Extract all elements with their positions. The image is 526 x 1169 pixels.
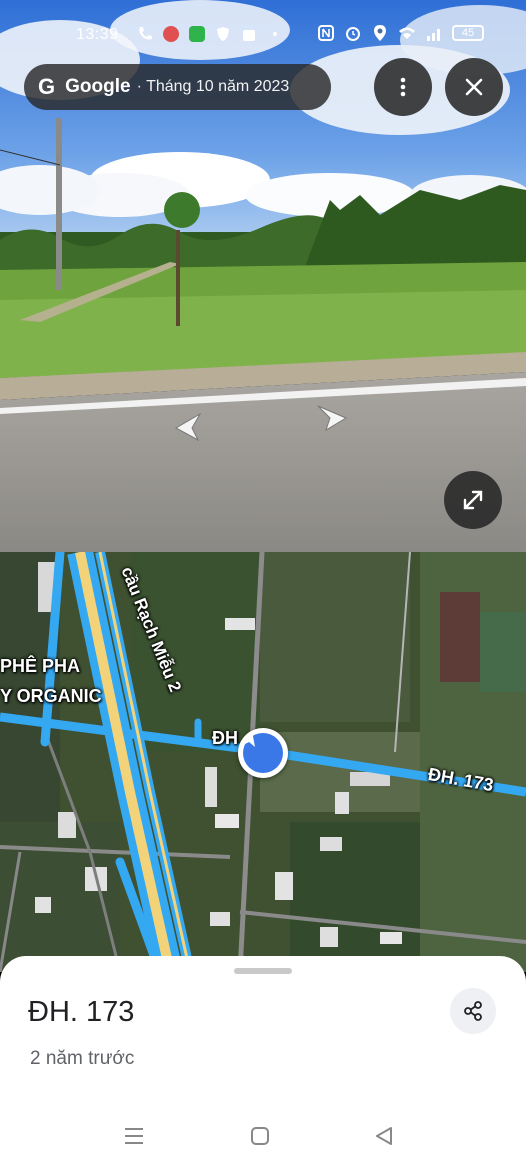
system-status-icons: 45 [317, 24, 484, 42]
shield-icon [217, 27, 229, 41]
capture-age: 2 năm trước [30, 1048, 135, 1069]
wifi-icon [399, 27, 415, 39]
app-red-icon [163, 26, 179, 42]
capture-date: · Tháng 10 năm 2023 [136, 78, 290, 95]
nfc-icon [318, 25, 334, 41]
more-options-button[interactable] [374, 58, 432, 116]
expand-icon [463, 490, 483, 510]
road-label-left: ĐH [212, 728, 238, 748]
navigate-right-arrow-icon[interactable] [312, 398, 352, 438]
app-green-icon [189, 26, 205, 42]
signal-icon [427, 29, 440, 41]
bag-icon [243, 30, 255, 41]
battery-indicator: 45 [452, 25, 484, 41]
share-button[interactable] [450, 988, 496, 1034]
navigate-left-arrow-icon[interactable] [170, 406, 210, 446]
street-view-panorama[interactable]: 13:39 45 G Google · Tháng 10 năm 2023 [0, 0, 526, 552]
poi-label-line1[interactable]: PHÊ PHA [0, 656, 80, 677]
status-time: 13:39 [76, 26, 119, 43]
dot-icon [273, 32, 277, 36]
place-title: ĐH. 173 [28, 996, 135, 1028]
drag-handle[interactable] [234, 968, 292, 974]
street-view-info-chip[interactable]: G Google · Tháng 10 năm 2023 [24, 64, 331, 110]
expand-view-button[interactable] [444, 471, 502, 529]
close-icon [465, 78, 483, 96]
more-vert-icon [400, 77, 406, 97]
status-bar: 13:39 45 [0, 20, 526, 50]
recent-apps-button[interactable] [122, 1124, 146, 1148]
phone-icon [139, 27, 152, 40]
navigation-arrow-icon [243, 731, 255, 747]
back-button[interactable] [372, 1124, 396, 1148]
close-button[interactable] [445, 58, 503, 116]
location-icon [374, 25, 386, 41]
alarm-icon [346, 27, 360, 41]
home-button[interactable] [248, 1124, 272, 1148]
system-navigation-bar [0, 1112, 526, 1162]
brand-name: Google [65, 76, 131, 97]
share-icon [464, 1001, 482, 1021]
poi-label-line2[interactable]: Y ORGANIC [0, 686, 102, 707]
street-view-position-marker[interactable] [238, 728, 288, 778]
google-g-icon: G [38, 74, 56, 99]
notification-icons [136, 25, 284, 43]
satellite-map[interactable]: PHÊ PHA Y ORGANIC cầu Rạch Miễu 2 ĐH ĐH.… [0, 552, 526, 972]
